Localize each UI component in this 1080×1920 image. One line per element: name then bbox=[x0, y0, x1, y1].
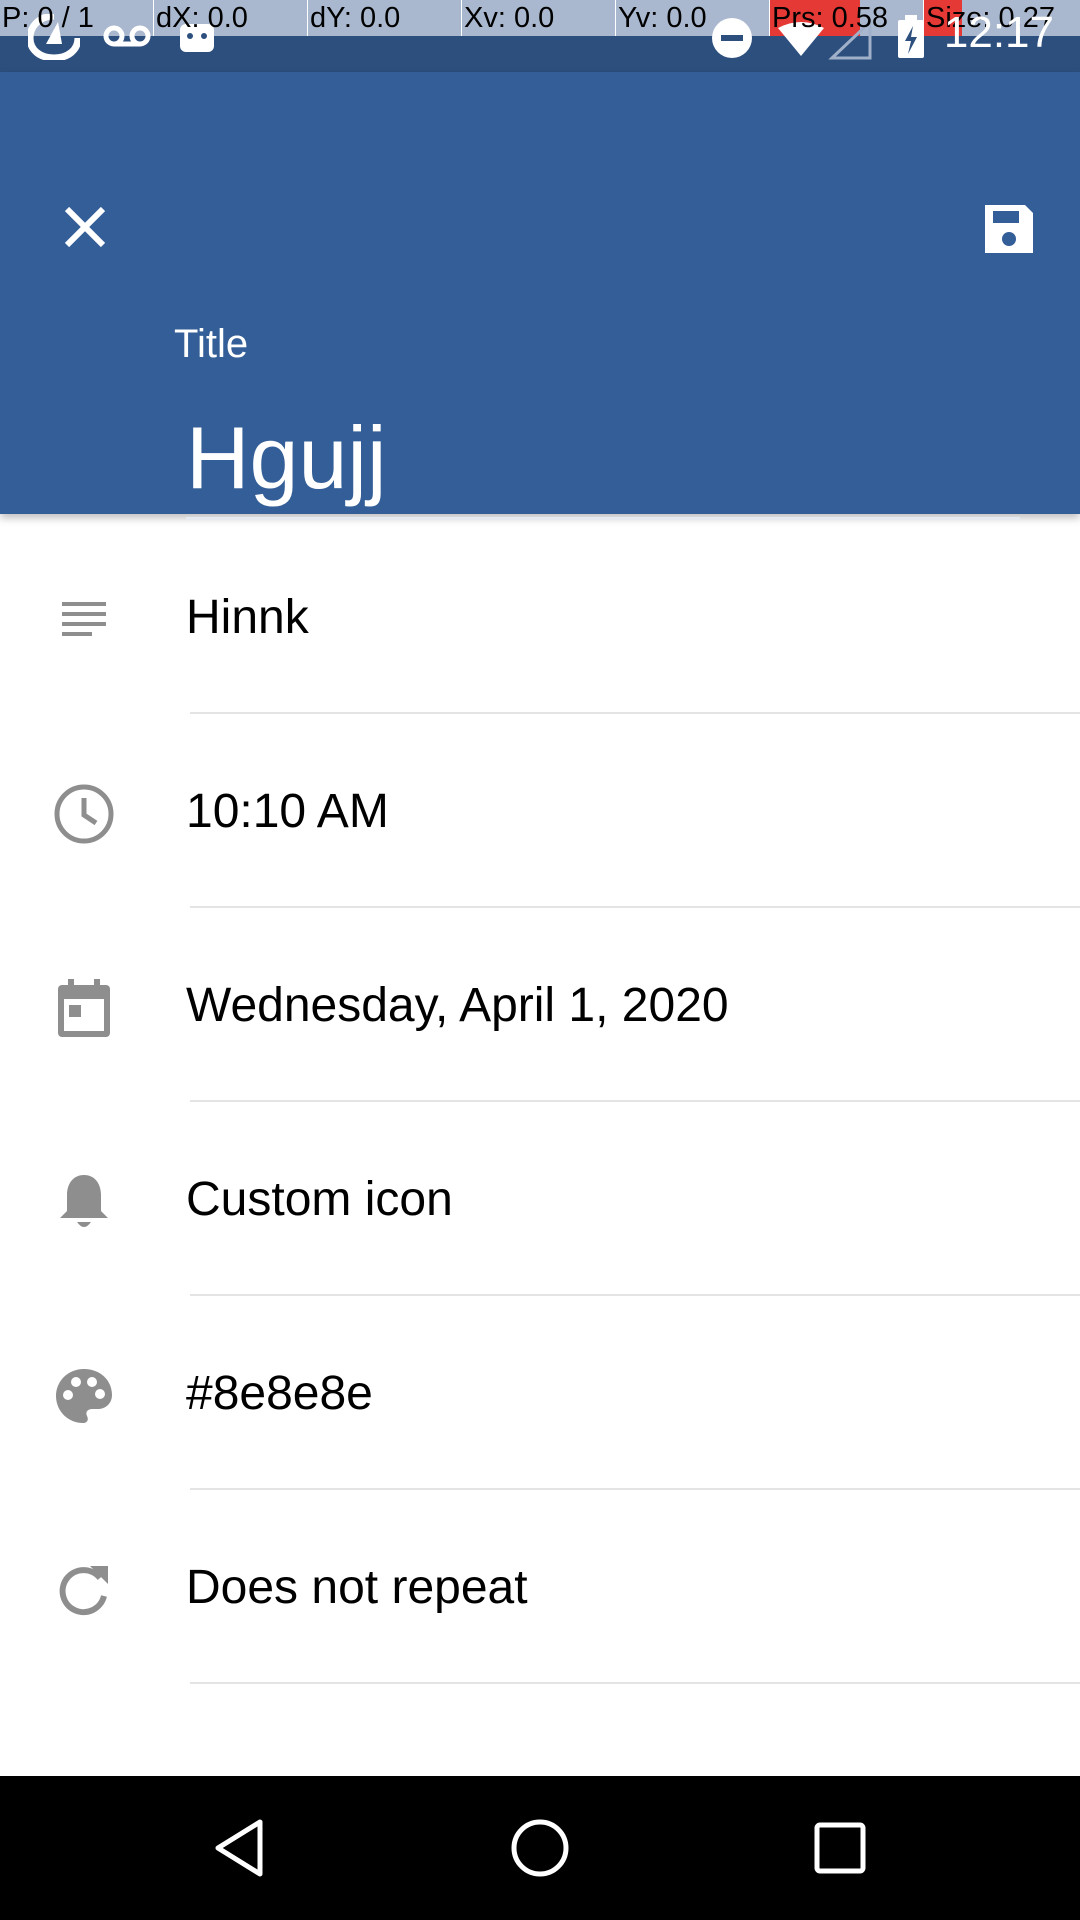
color-field[interactable]: #8e8e8e bbox=[0, 1296, 1080, 1490]
description-field[interactable]: Hinnk bbox=[0, 520, 1080, 714]
date-field[interactable]: Wednesday, April 1, 2020 bbox=[0, 908, 1080, 1102]
recents-icon bbox=[814, 1822, 866, 1874]
recents-button[interactable] bbox=[768, 1776, 912, 1920]
palette-icon bbox=[52, 1364, 116, 1428]
save-button[interactable] bbox=[964, 184, 1054, 274]
notification-icon-value: Custom icon bbox=[186, 1173, 453, 1226]
navigation-bar bbox=[0, 1776, 1080, 1920]
status-bar: P: 0 / 1 dX: 0.0 dY: 0.0 Xv: 0.0 Yv: 0.0… bbox=[0, 0, 1080, 72]
pointer-dx: dX: 0.0 bbox=[154, 0, 308, 36]
repeat-field[interactable]: Does not repeat bbox=[0, 1490, 1080, 1684]
bell-icon bbox=[52, 1170, 116, 1234]
repeat-icon bbox=[52, 1558, 116, 1622]
close-icon bbox=[64, 206, 106, 248]
save-icon bbox=[985, 205, 1033, 253]
app-bar: Title bbox=[0, 72, 1080, 520]
repeat-value: Does not repeat bbox=[186, 1561, 528, 1614]
description-value: Hinnk bbox=[186, 591, 309, 644]
title-input[interactable] bbox=[186, 398, 1020, 520]
do-not-disturb-icon bbox=[712, 18, 752, 58]
date-value: Wednesday, April 1, 2020 bbox=[186, 979, 729, 1032]
time-field[interactable]: 10:10 AM bbox=[0, 714, 1080, 908]
notification-icon-field[interactable]: Custom icon bbox=[0, 1102, 1080, 1296]
notes-icon bbox=[52, 588, 116, 652]
event-fields: Hinnk 10:10 AM Wednesday, April 1, 2020 bbox=[0, 520, 1080, 1684]
pointer-xv: Xv: 0.0 bbox=[462, 0, 616, 36]
time-value: 10:10 AM bbox=[186, 785, 389, 838]
title-label: Title bbox=[174, 322, 249, 366]
home-button[interactable] bbox=[468, 1776, 612, 1920]
status-bar-clock: 12:17 bbox=[943, 8, 1054, 57]
color-value: #8e8e8e bbox=[186, 1367, 373, 1420]
battery-charging-icon bbox=[898, 15, 924, 58]
back-icon bbox=[215, 1819, 263, 1877]
divider bbox=[190, 1682, 1080, 1684]
close-button[interactable] bbox=[40, 182, 130, 272]
pointer-dy: dY: 0.0 bbox=[308, 0, 462, 36]
back-button[interactable] bbox=[168, 1776, 312, 1920]
voicemail-icon bbox=[103, 25, 151, 47]
clock-icon bbox=[52, 782, 116, 846]
home-icon bbox=[511, 1819, 569, 1877]
calendar-icon bbox=[52, 976, 116, 1040]
